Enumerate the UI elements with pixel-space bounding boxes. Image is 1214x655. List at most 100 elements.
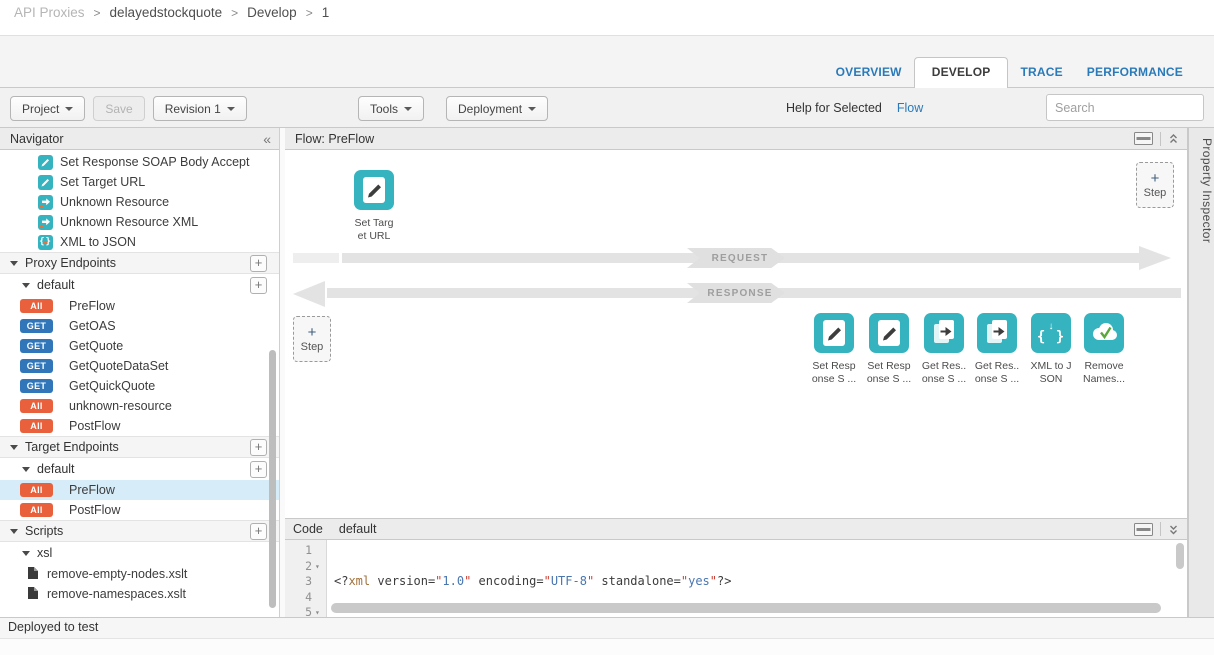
nav-flow-item-selected[interactable]: All PreFlow bbox=[0, 480, 279, 500]
pencil-step-icon bbox=[869, 313, 909, 353]
braces-icon: {} bbox=[38, 235, 53, 250]
nav-script-file[interactable]: remove-namespaces.xslt bbox=[0, 584, 279, 604]
add-flow-button[interactable] bbox=[250, 461, 267, 478]
tab-develop[interactable]: DEVELOP bbox=[914, 57, 1009, 88]
plus-icon: + bbox=[308, 326, 317, 339]
pencil-icon bbox=[38, 155, 53, 170]
scripts-group-xsl[interactable]: xsl bbox=[0, 542, 279, 564]
caret-down-icon bbox=[22, 283, 30, 288]
navigator-tree: Set Response SOAP Body Accept Set Target… bbox=[0, 150, 279, 617]
collapse-down-icon[interactable] bbox=[1168, 524, 1179, 535]
tab-performance[interactable]: PERFORMANCE bbox=[1075, 58, 1195, 87]
add-target-endpoint-button[interactable] bbox=[250, 439, 267, 456]
add-step-button[interactable]: + Step bbox=[1136, 162, 1174, 208]
method-badge: GET bbox=[20, 319, 53, 333]
code-editor[interactable]: 1 2▾ 3 4 5▾ <?xml version="1.0" encoding… bbox=[285, 540, 1187, 617]
flow-canvas[interactable]: Set Targ et URL + Step REQUEST RESPONSE … bbox=[285, 150, 1187, 518]
footer-strip bbox=[0, 638, 1214, 655]
nav-flow-item[interactable]: GET GetQuickQuote bbox=[0, 376, 279, 396]
xml-to-json-step-icon: ↓ { } bbox=[1031, 313, 1071, 353]
nav-policy-item[interactable]: Set Target URL bbox=[0, 172, 279, 192]
flow-step-response[interactable]: Remove Names... bbox=[1077, 313, 1131, 386]
file-icon bbox=[28, 567, 38, 582]
navigator-scrollbar[interactable] bbox=[269, 350, 276, 608]
request-label: REQUEST bbox=[687, 248, 785, 268]
breadcrumb-item[interactable]: delayedstockquote bbox=[110, 5, 223, 20]
method-badge: GET bbox=[20, 379, 53, 393]
property-inspector-strip[interactable]: Property Inspector bbox=[1188, 128, 1214, 617]
method-badge: All bbox=[20, 299, 53, 313]
nav-flow-item[interactable]: GET GetQuoteDataSet bbox=[0, 356, 279, 376]
flow-step-response[interactable]: Set Resp onse S ... bbox=[862, 313, 916, 386]
nav-flow-item[interactable]: All unknown-resource bbox=[0, 396, 279, 416]
navigator-panel: Navigator « Set Response SOAP Body Accep… bbox=[0, 128, 280, 617]
proxy-endpoint-default[interactable]: default bbox=[0, 274, 279, 296]
response-label: RESPONSE bbox=[687, 283, 785, 303]
fold-caret-icon[interactable]: ▾ bbox=[315, 605, 323, 617]
split-pane-icon[interactable] bbox=[1134, 523, 1153, 536]
tools-menu-button[interactable]: Tools bbox=[358, 96, 424, 121]
code-panel-header: Code default bbox=[285, 518, 1187, 540]
nav-flow-item[interactable]: GET GetQuote bbox=[0, 336, 279, 356]
deployment-menu-button[interactable]: Deployment bbox=[446, 96, 548, 121]
method-badge: All bbox=[20, 503, 53, 517]
add-proxy-endpoint-button[interactable] bbox=[250, 255, 267, 272]
method-badge: GET bbox=[20, 339, 53, 353]
code-horizontal-scrollbar[interactable] bbox=[331, 603, 1161, 613]
section-proxy-endpoints[interactable]: Proxy Endpoints bbox=[0, 252, 279, 274]
help-for-selected-label: Help for Selected bbox=[786, 101, 882, 115]
help-flow-link[interactable]: Flow bbox=[897, 101, 923, 115]
project-menu-button[interactable]: Project bbox=[10, 96, 85, 121]
breadcrumb-separator: > bbox=[94, 6, 101, 20]
fold-caret-icon[interactable]: ▾ bbox=[315, 559, 323, 575]
flow-step-response[interactable]: Set Resp onse S ... bbox=[807, 313, 861, 386]
plus-icon: + bbox=[1151, 172, 1160, 185]
section-scripts[interactable]: Scripts bbox=[0, 520, 279, 542]
nav-policy-item[interactable]: {} XML to JSON bbox=[0, 232, 279, 252]
flow-step-response[interactable]: ↓ { } XML to J SON bbox=[1024, 313, 1078, 386]
search-input[interactable] bbox=[1046, 94, 1204, 121]
caret-down-icon bbox=[10, 529, 18, 534]
target-endpoint-default[interactable]: default bbox=[0, 458, 279, 480]
nav-flow-item[interactable]: All PreFlow bbox=[0, 296, 279, 316]
method-badge: All bbox=[20, 399, 53, 413]
nav-policy-item[interactable]: Set Response SOAP Body Accept bbox=[0, 152, 279, 172]
nav-flow-item[interactable]: GET GetOAS bbox=[0, 316, 279, 336]
add-flow-button[interactable] bbox=[250, 277, 267, 294]
navigator-title: Navigator bbox=[10, 132, 64, 146]
caret-down-icon bbox=[10, 261, 18, 266]
code-gutter: 1 2▾ 3 4 5▾ bbox=[285, 540, 327, 617]
nav-script-file[interactable]: remove-empty-nodes.xslt bbox=[0, 564, 279, 584]
tab-bar: OVERVIEW DEVELOP TRACE PERFORMANCE bbox=[0, 36, 1214, 88]
deployment-status: Deployed to test bbox=[8, 620, 98, 634]
collapse-up-icon[interactable] bbox=[1168, 133, 1179, 144]
nav-policy-item[interactable]: Unknown Resource bbox=[0, 192, 279, 212]
code-tab-default[interactable]: default bbox=[339, 522, 377, 536]
add-step-button[interactable]: + Step bbox=[293, 316, 331, 362]
save-button[interactable]: Save bbox=[93, 96, 144, 121]
breadcrumb-item[interactable]: 1 bbox=[322, 5, 330, 20]
breadcrumb-item[interactable]: Develop bbox=[247, 5, 297, 20]
flow-title: Flow: PreFlow bbox=[295, 132, 374, 146]
flow-step-response[interactable]: Get Res.. onse S ... bbox=[970, 313, 1024, 386]
caret-down-icon bbox=[404, 107, 412, 111]
flow-step-response[interactable]: Get Res.. onse S ... bbox=[917, 313, 971, 386]
breadcrumb: API Proxies > delayedstockquote > Develo… bbox=[0, 0, 1214, 36]
request-arrow-icon bbox=[1139, 246, 1171, 270]
breadcrumb-item[interactable]: API Proxies bbox=[14, 5, 85, 20]
request-lane-stub bbox=[293, 253, 339, 263]
flow-step-set-target-url[interactable]: Set Targ et URL bbox=[347, 170, 401, 243]
split-pane-icon[interactable] bbox=[1134, 132, 1153, 145]
nav-flow-item[interactable]: All PostFlow bbox=[0, 500, 279, 520]
method-badge: All bbox=[20, 419, 53, 433]
section-target-endpoints[interactable]: Target Endpoints bbox=[0, 436, 279, 458]
tab-overview[interactable]: OVERVIEW bbox=[824, 58, 914, 87]
method-badge: All bbox=[20, 483, 53, 497]
code-vertical-scrollbar[interactable] bbox=[1176, 543, 1184, 569]
collapse-panel-icon[interactable]: « bbox=[263, 132, 271, 146]
tab-trace[interactable]: TRACE bbox=[1008, 58, 1074, 87]
add-script-button[interactable] bbox=[250, 523, 267, 540]
nav-flow-item[interactable]: All PostFlow bbox=[0, 416, 279, 436]
revision-menu-button[interactable]: Revision 1 bbox=[153, 96, 247, 121]
nav-policy-item[interactable]: Unknown Resource XML bbox=[0, 212, 279, 232]
